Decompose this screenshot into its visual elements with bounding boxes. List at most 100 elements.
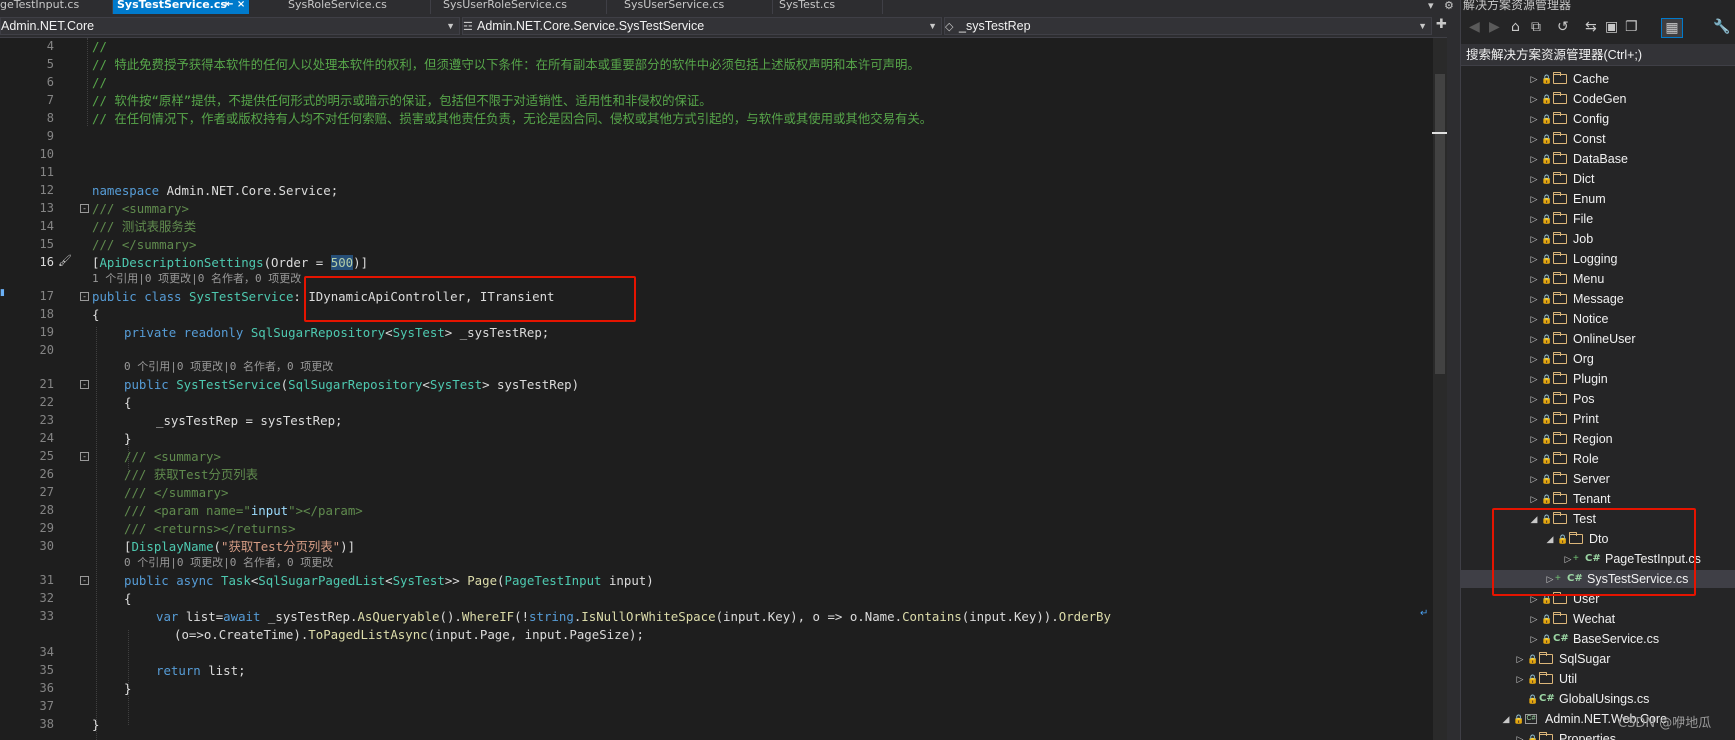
tab-sysuserservice[interactable]: SysUserService.cs bbox=[624, 0, 754, 14]
tree-folder[interactable]: ▷ 🔒 Wechat bbox=[1461, 610, 1735, 628]
code-editor[interactable]: 4 // 5 // 特此免费授予获得本软件的任何人以处理本软件的权利，但须遵守以下条… bbox=[0, 38, 1433, 740]
collapse-icon[interactable]: - bbox=[80, 380, 89, 389]
pending-changes-icon[interactable]: ↺ bbox=[1557, 18, 1569, 36]
expand-icon[interactable]: ▷ bbox=[1529, 290, 1539, 308]
expand-icon[interactable]: ▷ bbox=[1529, 190, 1539, 208]
solution-search-box[interactable] bbox=[1461, 44, 1735, 66]
folder-icon bbox=[1553, 452, 1567, 464]
panel-splitter[interactable] bbox=[1447, 14, 1460, 740]
tree-folder[interactable]: ▷ 🔒 Cache bbox=[1461, 70, 1735, 88]
tree-folder[interactable]: ▷ 🔒 Region bbox=[1461, 430, 1735, 448]
collapse-icon[interactable]: ◢ bbox=[1501, 710, 1511, 728]
git-changes-icon[interactable]: ⧉ bbox=[1531, 18, 1541, 36]
collapse-icon[interactable]: - bbox=[80, 204, 89, 213]
type-dropdown[interactable]: ☲ Admin.NET.Core.Service.SysTestService ▼ bbox=[462, 17, 942, 35]
expand-icon[interactable]: ▷ bbox=[1529, 370, 1539, 388]
editor-vertical-scrollbar[interactable] bbox=[1433, 38, 1447, 740]
tree-folder[interactable]: ▷ 🔒 OnlineUser bbox=[1461, 330, 1735, 348]
back-icon[interactable]: ◀ bbox=[1469, 18, 1480, 36]
expand-icon[interactable]: ▷ bbox=[1529, 70, 1539, 88]
properties-icon[interactable]: 🔧 bbox=[1713, 18, 1730, 36]
codelens[interactable]: 0 个引用|0 项更改|0 名作者，0 项更改 bbox=[124, 556, 333, 570]
project-dropdown[interactable]: Admin.NET.Core ▼ bbox=[0, 17, 460, 35]
expand-icon[interactable]: ▷ bbox=[1529, 630, 1539, 648]
sync-icon[interactable]: ⇆ bbox=[1585, 18, 1597, 36]
tree-folder[interactable]: ▷ 🔒 Dict bbox=[1461, 170, 1735, 188]
tree-folder[interactable]: ▷ 🔒 Util bbox=[1461, 670, 1735, 688]
tree-folder[interactable]: ▷ 🔒 Job bbox=[1461, 230, 1735, 248]
tree-folder[interactable]: ▷ 🔒 Enum bbox=[1461, 190, 1735, 208]
code-text: /// 获取Test分页列表 bbox=[124, 467, 259, 482]
tree-folder[interactable]: ▷ 🔒 SqlSugar bbox=[1461, 650, 1735, 668]
expand-icon[interactable]: ▷ bbox=[1529, 350, 1539, 368]
tree-folder[interactable]: ▷ 🔒 Message bbox=[1461, 290, 1735, 308]
expand-icon[interactable]: ▷ bbox=[1515, 650, 1525, 668]
tree-folder[interactable]: ▷ 🔒 File bbox=[1461, 210, 1735, 228]
pin-close-icon[interactable]: ⇤ × bbox=[225, 0, 245, 10]
split-window-icon[interactable]: ✚ bbox=[1436, 17, 1447, 32]
expand-icon[interactable]: ▷ bbox=[1529, 90, 1539, 108]
collapse-all-icon[interactable]: ▣ bbox=[1605, 18, 1618, 36]
tab-list-dropdown-icon[interactable]: ▾ bbox=[1428, 0, 1434, 12]
expand-icon[interactable]: ▷ bbox=[1529, 130, 1539, 148]
tree-folder[interactable]: ▷ 🔒 Org bbox=[1461, 350, 1735, 368]
expand-icon[interactable]: ▷ bbox=[1529, 490, 1539, 508]
tree-folder[interactable]: ▷ 🔒 Const bbox=[1461, 130, 1735, 148]
scrollbar-thumb[interactable] bbox=[1435, 74, 1445, 374]
expand-icon[interactable]: ▷ bbox=[1515, 670, 1525, 688]
tree-folder[interactable]: ▷ 🔒 CodeGen bbox=[1461, 90, 1735, 108]
member-dropdown[interactable]: ◇ _sysTestRep ▼ bbox=[944, 17, 1432, 35]
tree-folder[interactable]: ▷ 🔒 Plugin bbox=[1461, 370, 1735, 388]
tab-sysroleservice[interactable]: SysRoleService.cs bbox=[288, 0, 406, 14]
tree-file[interactable]: 🔒 C# GlobalUsings.cs bbox=[1461, 690, 1735, 708]
expand-icon[interactable]: ▷ bbox=[1529, 270, 1539, 288]
home-icon[interactable]: ⌂ bbox=[1511, 18, 1520, 36]
expand-icon[interactable]: ▷ bbox=[1529, 150, 1539, 168]
code-text: /// 测试表服务类 bbox=[92, 219, 197, 234]
tree-folder[interactable]: ▷ 🔒 Role bbox=[1461, 450, 1735, 468]
forward-icon[interactable]: ▶ bbox=[1489, 18, 1500, 36]
code-line: 14 /// 测试表服务类 bbox=[0, 218, 1433, 235]
tree-folder[interactable]: ▷ 🔒 Logging bbox=[1461, 250, 1735, 268]
expand-icon[interactable]: ▷ bbox=[1529, 430, 1539, 448]
tree-file[interactable]: ▷ 🔒 C# BaseService.cs bbox=[1461, 630, 1735, 648]
expand-icon[interactable]: ▷ bbox=[1529, 310, 1539, 328]
collapse-icon[interactable]: - bbox=[80, 576, 89, 585]
tree-folder[interactable]: ▷ 🔒 Config bbox=[1461, 110, 1735, 128]
tab-pagetestinput[interactable]: geTestInput.cs bbox=[0, 0, 112, 14]
expand-icon[interactable]: ▷ bbox=[1529, 330, 1539, 348]
tree-folder[interactable]: ▷ 🔒 Server bbox=[1461, 470, 1735, 488]
tree-folder[interactable]: ▷ 🔒 Pos bbox=[1461, 390, 1735, 408]
lock-icon: 🔒 bbox=[1541, 254, 1553, 264]
tree-folder[interactable]: ▷ 🔒 Properties bbox=[1461, 730, 1735, 740]
collapse-icon[interactable]: - bbox=[80, 292, 89, 301]
codelens[interactable]: 0 个引用|0 项更改|0 名作者，0 项更改 bbox=[124, 360, 333, 374]
show-all-files-icon[interactable]: ❐ bbox=[1625, 18, 1638, 36]
tree-folder[interactable]: ▷ 🔒 DataBase bbox=[1461, 150, 1735, 168]
solution-search-input[interactable] bbox=[1461, 44, 1735, 66]
tree-folder[interactable]: ▷ 🔒 Notice bbox=[1461, 310, 1735, 328]
tree-folder[interactable]: ▷ 🔒 Print bbox=[1461, 410, 1735, 428]
expand-icon[interactable]: ▷ bbox=[1529, 110, 1539, 128]
expand-icon[interactable]: ▷ bbox=[1515, 730, 1525, 740]
tree-folder[interactable]: ▷ 🔒 Tenant bbox=[1461, 490, 1735, 508]
expand-icon[interactable]: ▷ bbox=[1529, 450, 1539, 468]
collapse-icon[interactable]: - bbox=[80, 452, 89, 461]
expand-icon[interactable]: ▷ bbox=[1529, 410, 1539, 428]
expand-icon[interactable]: ▷ bbox=[1529, 470, 1539, 488]
tab-settings-icon[interactable]: ⚙ bbox=[1444, 0, 1454, 12]
expand-icon[interactable]: ▷ bbox=[1529, 610, 1539, 628]
csharp-project-icon: C# bbox=[1525, 714, 1537, 724]
expand-icon[interactable]: ▷ bbox=[1529, 390, 1539, 408]
tab-systest[interactable]: SysTest.cs bbox=[779, 0, 879, 14]
expand-icon[interactable]: ▷ bbox=[1529, 170, 1539, 188]
expand-icon[interactable]: ▷ bbox=[1529, 230, 1539, 248]
tab-systestservice[interactable]: SysTestService.cs ⇤ × bbox=[113, 0, 249, 14]
expand-icon[interactable]: ▷ bbox=[1529, 210, 1539, 228]
preview-selected-icon[interactable]: ▦ bbox=[1661, 18, 1683, 38]
tab-sysuserroleservice[interactable]: SysUserRoleService.cs bbox=[443, 0, 593, 14]
tree-folder[interactable]: ▷ 🔒 Menu bbox=[1461, 270, 1735, 288]
quick-actions-icon[interactable]: 🖌 bbox=[58, 254, 72, 267]
expand-icon[interactable]: ▷ bbox=[1529, 250, 1539, 268]
codelens[interactable]: 1 个引用|0 项更改|0 名作者，0 项更改 bbox=[92, 272, 301, 286]
